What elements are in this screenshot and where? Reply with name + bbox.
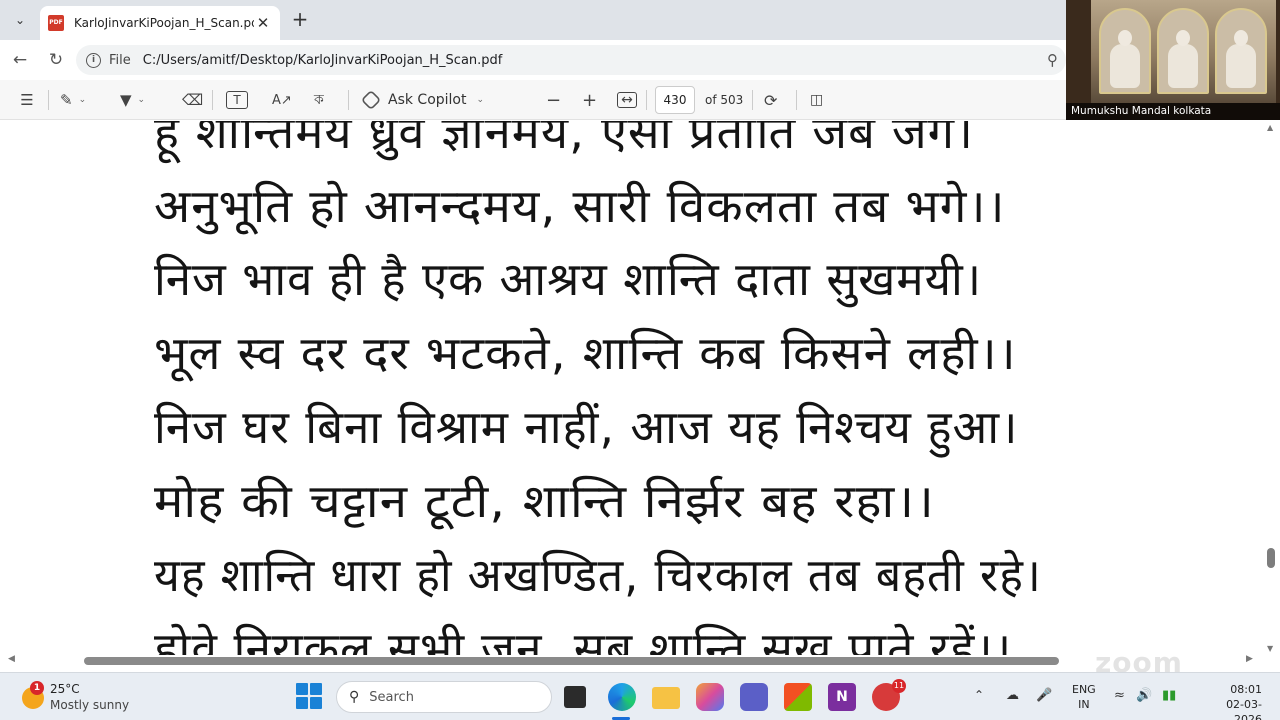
zoom-out-icon[interactable]: − xyxy=(546,88,561,112)
video-feed-image xyxy=(1091,0,1276,103)
clock-date: 02-03-2026 xyxy=(1226,698,1262,720)
toolbar-divider xyxy=(646,90,647,110)
zoom-badge: 11 xyxy=(892,679,906,693)
tab-list-chevron-icon[interactable]: ⌄ xyxy=(8,8,32,32)
scroll-down-icon[interactable]: ▼ xyxy=(1267,644,1273,653)
zoom-in-icon[interactable]: + xyxy=(582,88,597,112)
pdf-favicon-icon: PDF xyxy=(48,15,64,31)
battery-icon[interactable]: ▮▮ xyxy=(1162,688,1176,703)
wifi-icon[interactable]: ≈ xyxy=(1114,688,1125,703)
task-view-icon[interactable] xyxy=(564,686,586,708)
show-hidden-icons-chevron-icon[interactable]: ⌃ xyxy=(974,688,984,702)
info-icon[interactable]: i xyxy=(86,52,101,68)
horizontal-scroll-thumb[interactable] xyxy=(84,657,1059,665)
contents-list-icon[interactable]: ☰ xyxy=(16,88,38,112)
verse-line-7: यह शान्ति धारा हो अखण्डित, चिरकाल तब बहत… xyxy=(154,548,1042,602)
reload-icon[interactable]: ↻ xyxy=(44,48,68,72)
highlight-icon[interactable]: ✎ ⌄ xyxy=(60,88,86,112)
verse-line-2: अनुभूति हो आनन्दमय, सारी विकलता तब भगे।। xyxy=(154,179,1006,233)
start-button[interactable] xyxy=(296,683,322,709)
ask-copilot-label: Ask Copilot xyxy=(388,92,467,108)
toolbar-divider xyxy=(212,90,213,110)
weather-widget[interactable]: 1 25°C Mostly sunny xyxy=(20,679,160,715)
tab-active[interactable]: PDF KarloJinvarKiPoojan_H_Scan.pdf ✕ xyxy=(40,6,280,40)
toolbar-divider xyxy=(48,90,49,110)
pdf-page: हूँ शान्तिमय ध्रुव ज्ञानमय, ऐसी प्रतीति … xyxy=(8,121,1258,655)
taskbar: 1 25°C Mostly sunny ⚲ Search N 11 ⌃ ☁ 🎤 … xyxy=(0,672,1280,720)
weather-badge: 1 xyxy=(30,681,44,695)
horizontal-scrollbar[interactable]: ◀ ▶ xyxy=(0,654,1262,667)
vertical-scroll-thumb[interactable] xyxy=(1267,548,1275,568)
language-region: IN xyxy=(1078,698,1090,711)
url-scheme-label: File xyxy=(109,52,131,68)
search-icon: ⚲ xyxy=(349,689,360,705)
verse-line-5: निज घर बिना विश्राम नाहीं, आज यह निश्चय … xyxy=(154,400,1019,454)
clock[interactable]: 08:01 02-03-2026 xyxy=(1200,682,1262,720)
participant-name: Mumukshu Mandal kolkata xyxy=(1066,103,1280,120)
add-text-icon[interactable]: T xyxy=(226,91,248,109)
video-thumbnail[interactable]: Mumukshu Mandal kolkata xyxy=(1066,0,1280,120)
microphone-icon[interactable]: 🎤 xyxy=(1036,688,1052,703)
zoom-magnifier-icon[interactable]: ⚲ xyxy=(1047,51,1058,69)
weather-temperature: 25°C xyxy=(50,682,80,696)
tab-title: KarloJinvarKiPoojan_H_Scan.pdf xyxy=(74,16,254,30)
tab-close-icon[interactable]: ✕ xyxy=(254,14,272,32)
clock-time: 08:01 xyxy=(1230,683,1262,696)
chevron-down-icon: ⌄ xyxy=(476,95,485,105)
verse-line-4: भूल स्व दर दर भटकते, शान्ति कब किसने लही… xyxy=(154,326,1017,380)
page-count-label: of 503 xyxy=(705,93,744,107)
url-text[interactable]: C:/Users/amitf/Desktop/KarloJinvarKiPooj… xyxy=(143,53,1047,68)
page-number-input[interactable]: 430 xyxy=(655,86,695,114)
onedrive-icon[interactable]: ☁ xyxy=(1006,688,1019,703)
vertical-scrollbar[interactable]: ▲ ▼ xyxy=(1262,121,1280,655)
scroll-right-icon[interactable]: ▶ xyxy=(1246,654,1253,664)
rotate-icon[interactable]: ⟳ xyxy=(764,88,777,112)
back-arrow-icon[interactable]: ← xyxy=(8,48,32,72)
verse-line-8: होवे निराकुल सभी जन, सब शान्ति सुख पाते … xyxy=(154,622,1013,655)
verse-line-3: निज भाव ही है एक आश्रय शान्ति दाता सुखमय… xyxy=(154,252,983,306)
search-label: Search xyxy=(369,689,414,705)
page-view-icon[interactable]: ◫ xyxy=(810,88,823,112)
ask-copilot-button[interactable]: Ask Copilot ⌄ xyxy=(360,88,485,112)
taskbar-search[interactable]: ⚲ Search xyxy=(336,681,552,713)
draw-icon[interactable]: ▼ ⌄ xyxy=(120,88,145,112)
new-tab-button[interactable]: + xyxy=(288,8,312,32)
pdf-viewport[interactable]: हूँ शान्तिमय ध्रुव ज्ञानमय, ऐसी प्रतीति … xyxy=(0,121,1262,655)
scroll-up-icon[interactable]: ▲ xyxy=(1267,123,1273,132)
erase-icon[interactable]: ⌫ xyxy=(182,88,203,112)
verse-line-6: मोह की चट्टान टूटी, शान्ति निर्झर बह रहा… xyxy=(154,474,935,528)
toolbar-divider xyxy=(348,90,349,110)
volume-icon[interactable]: 🔊 xyxy=(1136,688,1152,703)
fit-to-width-icon[interactable]: ↔ xyxy=(617,92,637,108)
toolbar-divider xyxy=(796,90,797,110)
teams-icon[interactable] xyxy=(740,683,768,711)
edge-browser-icon[interactable] xyxy=(608,683,636,711)
copilot-app-icon[interactable] xyxy=(696,683,724,711)
weather-description: Mostly sunny xyxy=(50,698,130,712)
onenote-icon[interactable]: N xyxy=(828,683,856,711)
read-aloud-icon[interactable]: A↗ xyxy=(272,88,292,112)
copilot-icon xyxy=(360,89,382,111)
store-icon[interactable] xyxy=(784,683,812,711)
scroll-left-icon[interactable]: ◀ xyxy=(8,654,15,664)
translate-icon[interactable]: ক xyxy=(314,88,324,112)
language-code: ENG xyxy=(1072,683,1096,696)
zoom-app-icon[interactable]: 11 xyxy=(872,679,906,711)
language-indicator[interactable]: ENG IN xyxy=(1072,682,1096,712)
file-explorer-icon[interactable] xyxy=(652,687,680,709)
address-bar[interactable]: i File C:/Users/amitf/Desktop/KarloJinva… xyxy=(76,45,1066,75)
toolbar-divider xyxy=(752,90,753,110)
verse-line-1: हूँ शान्तिमय ध्रुव ज्ञानमय, ऐसी प्रतीति … xyxy=(154,121,974,159)
